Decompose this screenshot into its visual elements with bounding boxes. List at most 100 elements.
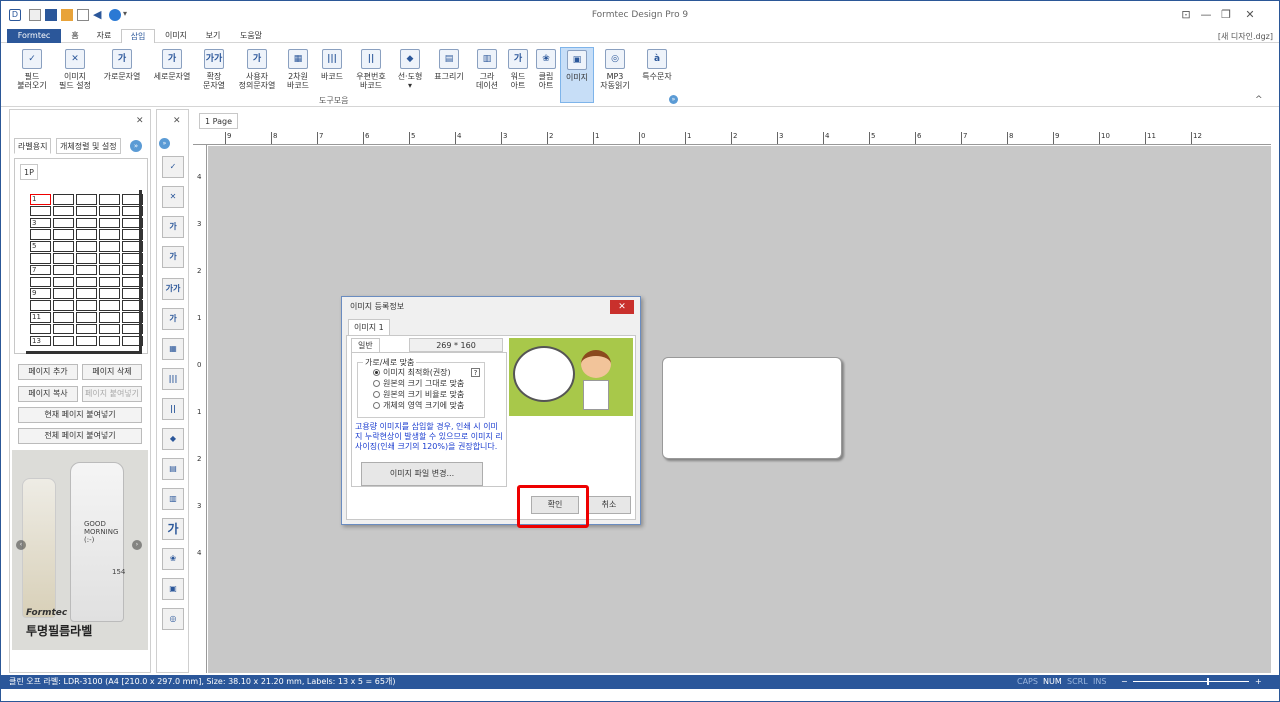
- tool-gradient[interactable]: ▥: [162, 488, 184, 510]
- label-cell[interactable]: [122, 229, 143, 240]
- tab-general[interactable]: 일반: [351, 338, 380, 352]
- add-page-button[interactable]: 페이지 추가: [18, 364, 78, 380]
- label-cell[interactable]: [99, 276, 120, 288]
- label-cell[interactable]: [99, 312, 120, 323]
- minimize-button[interactable]: —: [1197, 7, 1215, 23]
- group-expand-icon[interactable]: »: [669, 95, 678, 104]
- label-cell[interactable]: [53, 241, 74, 252]
- tab-label-sheet[interactable]: 라벨용지: [14, 138, 52, 154]
- tool-image-field[interactable]: ✕: [162, 186, 184, 208]
- label-cell[interactable]: [53, 300, 74, 311]
- horizontal-text-button[interactable]: 가 가로문자열: [99, 47, 145, 103]
- tab-page-1p[interactable]: 1P: [20, 164, 38, 180]
- paste-all-pages-button[interactable]: 전체 페이지 붙여넣기: [18, 428, 142, 444]
- tool-clipart[interactable]: ❀: [162, 548, 184, 570]
- label-cell[interactable]: [99, 194, 120, 205]
- label-cell[interactable]: [53, 264, 74, 276]
- delete-page-button[interactable]: 페이지 삭제: [82, 364, 142, 380]
- label-cell[interactable]: [76, 288, 97, 299]
- label-cell[interactable]: [122, 194, 143, 205]
- label-cell[interactable]: [99, 300, 120, 311]
- label-cell[interactable]: [122, 300, 143, 311]
- label-cell[interactable]: [76, 253, 97, 264]
- radio-optimize[interactable]: 이미지 최적화(권장): [373, 368, 451, 378]
- label-cell[interactable]: [122, 217, 143, 229]
- zoom-slider-track[interactable]: [1133, 681, 1249, 682]
- zoom-out-button[interactable]: −: [1121, 675, 1128, 689]
- label-cell[interactable]: [53, 276, 74, 288]
- menu-insert[interactable]: 삽입: [121, 29, 155, 43]
- table-button[interactable]: ▤ 표그리기: [431, 47, 467, 103]
- label-cell[interactable]: 3: [30, 217, 51, 229]
- cancel-button[interactable]: 취소: [587, 496, 631, 514]
- label-cell[interactable]: [53, 253, 74, 264]
- label-cell[interactable]: [53, 335, 74, 347]
- label-cell[interactable]: [53, 194, 74, 205]
- label-cell[interactable]: [122, 205, 143, 217]
- label-cell[interactable]: [76, 276, 97, 288]
- close-button[interactable]: ✕: [1241, 7, 1259, 23]
- label-cell[interactable]: [99, 241, 120, 252]
- label-object[interactable]: [662, 357, 842, 459]
- tool-extended-text[interactable]: 가가: [162, 278, 184, 300]
- change-image-file-button[interactable]: 이미지 파일 변경...: [361, 462, 483, 486]
- label-cell[interactable]: 5: [30, 241, 51, 252]
- ribbon-display-icon[interactable]: ⊡: [1177, 7, 1195, 23]
- label-cell[interactable]: [122, 288, 143, 299]
- shape-button[interactable]: ◆ 선·도형 ▾: [395, 47, 425, 103]
- label-cell[interactable]: [76, 241, 97, 252]
- label-cell[interactable]: [53, 323, 74, 335]
- label-cell[interactable]: 1: [30, 194, 51, 205]
- label-cell[interactable]: [122, 276, 143, 288]
- postal-barcode-button[interactable]: || 우편번호 바코드: [351, 47, 391, 103]
- label-cell[interactable]: [30, 229, 51, 240]
- label-cell[interactable]: [30, 300, 51, 311]
- tab-arrange-settings[interactable]: 개체정렬 및 설정: [56, 138, 121, 154]
- toolstrip-close-icon[interactable]: ✕: [173, 116, 181, 126]
- label-cell[interactable]: [76, 194, 97, 205]
- tool-field-load[interactable]: ✓: [162, 156, 184, 178]
- label-cell[interactable]: [76, 335, 97, 347]
- image-button[interactable]: ▣ 이미지: [560, 47, 594, 103]
- label-cell[interactable]: [76, 205, 97, 217]
- next-arrow-icon[interactable]: ›: [132, 540, 142, 550]
- zoom-in-button[interactable]: +: [1255, 675, 1262, 689]
- wordart-button[interactable]: 가 워드 아트: [505, 47, 531, 103]
- tab-image-1[interactable]: 이미지 1: [348, 319, 390, 335]
- clipart-button[interactable]: ❀ 클립 아트: [533, 47, 559, 103]
- label-cell[interactable]: 7: [30, 264, 51, 276]
- tool-table[interactable]: ▤: [162, 458, 184, 480]
- paste-current-page-button[interactable]: 현재 페이지 붙여넣기: [18, 407, 142, 423]
- mp3-button[interactable]: ◎ MP3 자동읽기: [597, 47, 633, 103]
- vertical-text-button[interactable]: 가 세로문자열: [149, 47, 195, 103]
- menu-home[interactable]: 홈: [65, 29, 85, 43]
- label-cell[interactable]: [76, 300, 97, 311]
- help-icon[interactable]: ?: [471, 368, 480, 377]
- tool-shape[interactable]: ◆: [162, 428, 184, 450]
- qr-code-button[interactable]: ▦ 2차원 바코드: [283, 47, 313, 103]
- tool-horizontal-text[interactable]: 가: [162, 216, 184, 238]
- dialog-close-button[interactable]: ✕: [610, 300, 634, 314]
- label-cell[interactable]: [53, 217, 74, 229]
- label-cell[interactable]: [99, 288, 120, 299]
- menu-data[interactable]: 자료: [91, 29, 117, 43]
- label-cell[interactable]: [76, 264, 97, 276]
- label-cell[interactable]: [99, 264, 120, 276]
- zoom-slider-thumb[interactable]: [1207, 678, 1209, 685]
- label-cell[interactable]: [53, 205, 74, 217]
- label-cell[interactable]: 13: [30, 335, 51, 347]
- label-cell[interactable]: [99, 253, 120, 264]
- tool-vertical-text[interactable]: 가: [162, 246, 184, 268]
- label-cell[interactable]: [122, 323, 143, 335]
- label-cell[interactable]: [53, 312, 74, 323]
- image-field-button[interactable]: ✕ 이미지 필드 설정: [55, 47, 95, 103]
- tool-custom-text[interactable]: 가: [162, 308, 184, 330]
- custom-text-button[interactable]: 가 사용자 정의문자열: [233, 47, 281, 103]
- collapse-ribbon-icon[interactable]: ^: [1255, 95, 1263, 105]
- tool-wordart[interactable]: 가: [162, 518, 184, 540]
- tool-qr-code[interactable]: ▦: [162, 338, 184, 360]
- radio-original-size[interactable]: 원본의 크기 그대로 맞춤: [373, 379, 464, 389]
- tool-postal-barcode[interactable]: ||: [162, 398, 184, 420]
- label-cell[interactable]: [99, 229, 120, 240]
- tool-barcode[interactable]: |||: [162, 368, 184, 390]
